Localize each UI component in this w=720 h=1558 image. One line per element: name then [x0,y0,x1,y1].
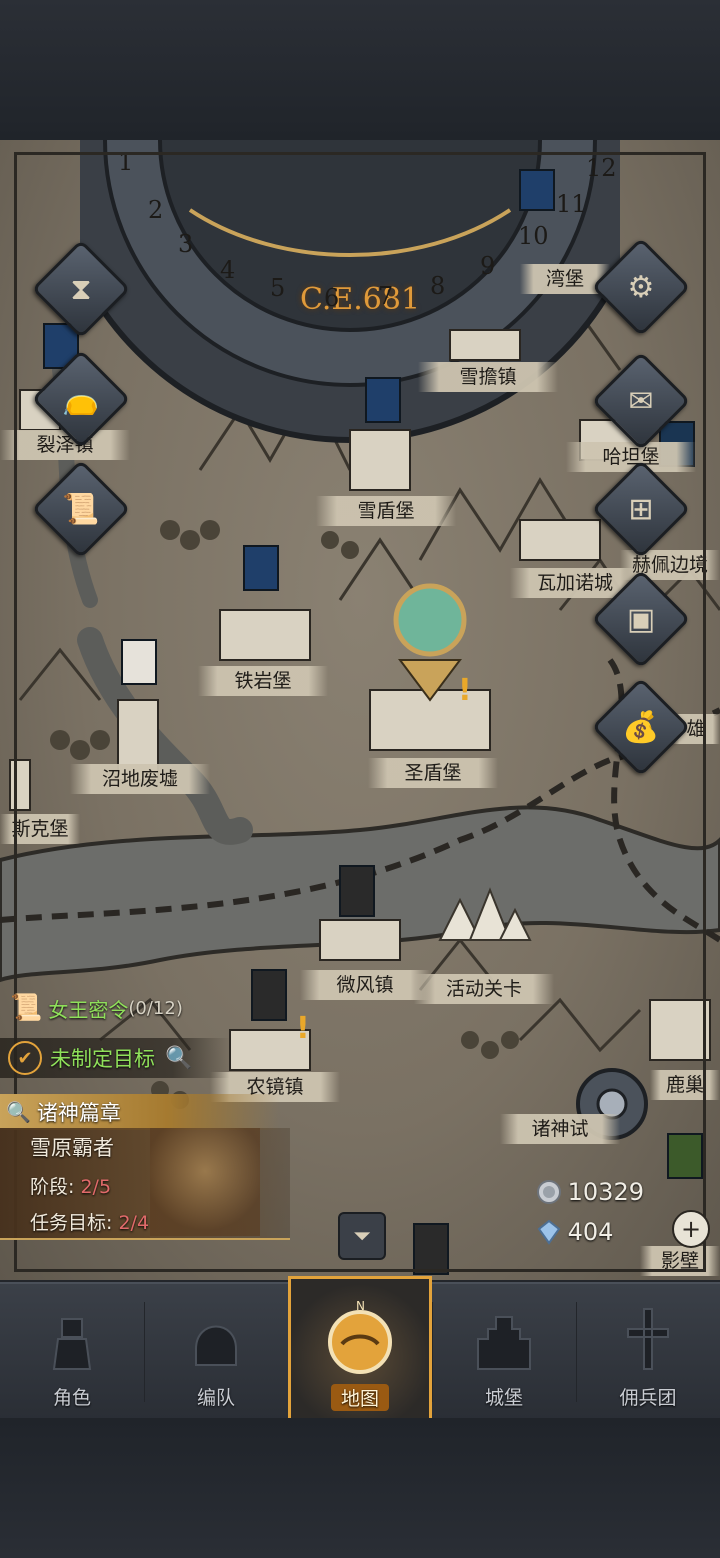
chapter-header[interactable]: 🔍 诸神篇章 [0,1094,280,1130]
blue-banner-2 [243,545,279,591]
crystal-resource: 404 [536,1212,644,1252]
window-icon: ⊞ [628,491,654,527]
dark-banner-2 [251,969,287,1021]
hero-portrait [150,1128,260,1236]
resource-panel: 10329 404 [536,1172,644,1252]
nav-label: 地图 [330,1384,389,1411]
queen-order-row[interactable]: 📜 女王密令 (0/12) [0,988,183,1028]
place-label[interactable]: 雪盾堡 [316,496,456,526]
stage-label: 阶段: [30,1176,75,1198]
search-icon[interactable]: 🔍 [165,1046,192,1071]
ironrock-castle [219,609,311,661]
magnifier-icon: 🔍 [6,1100,31,1124]
place-label[interactable]: 哈坦堡 [566,442,696,472]
task-line: 任务目标: 2/4 [30,1208,149,1235]
sk-castle [9,759,31,811]
hourglass-icon: ⧗ [70,271,92,307]
scroll-icon: 📜 [62,491,100,527]
money-bag-icon: 👝 [62,381,100,417]
envelope-icon: ✉ [628,383,654,419]
blue-banner-4 [519,169,555,211]
task-value: 2/4 [118,1212,150,1234]
snoweave-town [449,329,521,361]
nav-tab-formation[interactable]: 编队 [144,1284,288,1420]
nav-label: 佣兵团 [619,1387,677,1409]
compass-map-icon: N [328,1300,392,1374]
nav-label: 城堡 [484,1387,523,1409]
nav-tab-map[interactable]: N 地图 [288,1276,432,1424]
collapse-arrow-icon: ⏷ [353,1223,371,1249]
silver-amount: 10329 [567,1178,644,1206]
place-label[interactable]: 微风镇 [300,970,430,1000]
snowshield-castle [349,429,411,491]
goal-label: 未制定目标 [50,1047,155,1071]
silver-resource: 10329 [536,1172,644,1212]
green-banner [667,1133,703,1179]
breeze-town [319,919,401,961]
treasure-bag-icon: 💰 [622,709,660,745]
gear-icon: ⚙ [627,269,655,305]
place-label[interactable]: 斯克堡 [0,814,80,844]
stage-line: 阶段: 2/5 [30,1172,111,1199]
nav-label: 编队 [196,1387,235,1409]
place-label[interactable]: 铁岩堡 [198,666,328,696]
white-banner [121,639,157,685]
silver-coin-icon [536,1180,561,1204]
place-label[interactable]: 活动关卡 [414,974,554,1004]
nav-tab-character[interactable]: 角色 [0,1284,144,1420]
target-check-icon: ✔ [8,1041,42,1075]
chapter-title: 诸神篇章 [36,1101,121,1125]
queen-order-progress: (0/12) [128,997,183,1019]
castle-icon [477,1316,531,1370]
vajano-city [519,519,601,561]
crate-icon: ▣ [626,601,656,637]
bottom-safe-area [0,1418,720,1558]
plus-icon: + [680,1215,702,1243]
player-helmet-marker [393,583,467,657]
knight-icon [52,1318,92,1370]
stage-value: 2/5 [80,1176,112,1198]
collapse-button[interactable]: ⏷ [338,1212,386,1260]
add-resource-button[interactable]: + [672,1210,710,1248]
nav-label: 角色 [52,1387,91,1409]
nav-tab-castle[interactable]: 城堡 [432,1284,576,1420]
goal-row[interactable]: ✔ 未制定目标 🔍 [0,1038,230,1078]
place-label[interactable]: 诸神试 [500,1114,620,1144]
scroll-quest-icon: 📜 [10,993,43,1023]
place-label[interactable]: 鹿巢 [650,1070,720,1100]
place-label[interactable]: 圣盾堡 [368,758,498,788]
deer-nest-castle [649,999,711,1061]
dark-banner-1 [339,865,375,917]
alert-icon-farmmirror: ! [296,1011,310,1046]
crystal-icon [537,1219,561,1245]
svg-text:N: N [356,1300,365,1313]
place-label[interactable]: 裂泽镇 [0,430,130,460]
chapter-subtitle: 雪原霸者 [30,1136,114,1160]
dark-banner-3 [413,1223,449,1275]
place-label[interactable]: 影壁 [640,1246,720,1276]
mercenary-icon [627,1308,669,1370]
task-label: 任务目标: [30,1212,113,1234]
queen-order-label: 女王密令 [48,997,129,1022]
place-label[interactable]: 雪擔镇 [418,362,558,392]
crystal-amount: 404 [567,1218,614,1246]
helmet-icon [195,1325,237,1366]
place-label[interactable]: 沼地废墟 [70,764,210,794]
nav-tab-mercenary[interactable]: 佣兵团 [576,1284,720,1420]
bottom-nav: 角色 编队 N 地图 城堡 佣兵团 [0,1276,720,1424]
blue-banner-1 [365,377,401,423]
top-status-area [0,0,720,140]
alert-icon-holyshield: ! [458,673,472,708]
chapter-card[interactable]: 雪原霸者 阶段: 2/5 任务目标: 2/4 [0,1128,290,1240]
